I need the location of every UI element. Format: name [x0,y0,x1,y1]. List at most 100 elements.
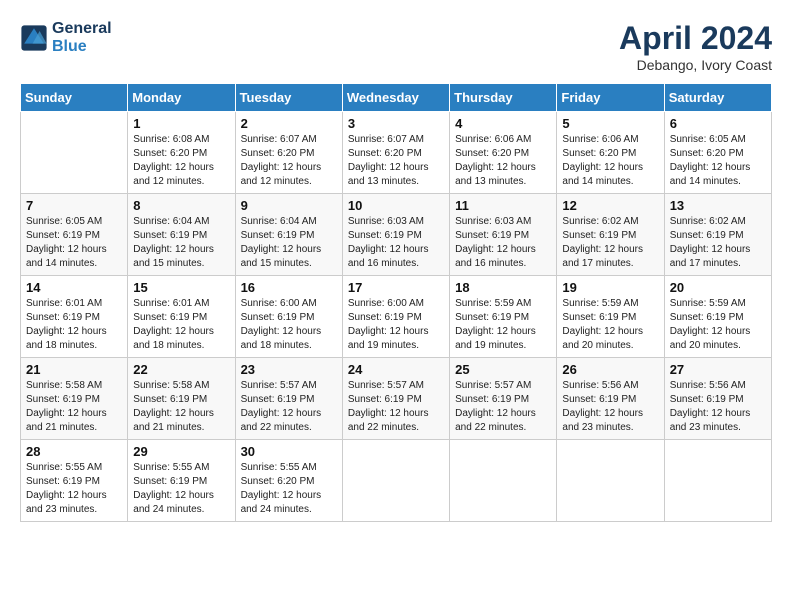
calendar-cell: 1 Sunrise: 6:08 AM Sunset: 6:20 PM Daylig… [128,112,235,194]
day-info: Sunrise: 6:01 AM Sunset: 6:19 PM Dayligh… [26,297,122,353]
calendar-header-row: SundayMondayTuesdayWednesdayThursdayFrid… [21,84,772,112]
calendar-cell: 30 Sunrise: 5:55 AM Sunset: 6:20 PM Dayli… [235,440,342,522]
calendar-cell: 25 Sunrise: 5:57 AM Sunset: 6:19 PM Dayli… [450,358,557,440]
header-day-thursday: Thursday [450,84,557,112]
day-number: 30 [241,444,337,459]
day-number: 3 [348,116,444,131]
day-number: 25 [455,362,551,377]
calendar-cell: 9 Sunrise: 6:04 AM Sunset: 6:19 PM Daylig… [235,194,342,276]
day-number: 29 [133,444,229,459]
day-info: Sunrise: 5:55 AM Sunset: 6:20 PM Dayligh… [241,461,337,517]
day-number: 26 [562,362,658,377]
header-day-saturday: Saturday [664,84,771,112]
location-subtitle: Debango, Ivory Coast [619,57,772,73]
day-info: Sunrise: 6:02 AM Sunset: 6:19 PM Dayligh… [562,215,658,271]
calendar-cell: 3 Sunrise: 6:07 AM Sunset: 6:20 PM Daylig… [342,112,449,194]
calendar-cell: 15 Sunrise: 6:01 AM Sunset: 6:19 PM Dayli… [128,276,235,358]
calendar-cell: 17 Sunrise: 6:00 AM Sunset: 6:19 PM Dayli… [342,276,449,358]
day-info: Sunrise: 6:08 AM Sunset: 6:20 PM Dayligh… [133,133,229,189]
calendar-cell: 28Sunrise: 5:55 AM Sunset: 6:19 PM Dayli… [21,440,128,522]
header-day-tuesday: Tuesday [235,84,342,112]
day-info: Sunrise: 6:03 AM Sunset: 6:19 PM Dayligh… [348,215,444,271]
day-info: Sunrise: 6:07 AM Sunset: 6:20 PM Dayligh… [241,133,337,189]
page-header: General Blue April 2024 Debango, Ivory C… [20,20,772,73]
day-info: Sunrise: 6:05 AM Sunset: 6:19 PM Dayligh… [26,215,122,271]
title-block: April 2024 Debango, Ivory Coast [619,20,772,73]
day-number: 22 [133,362,229,377]
day-number: 12 [562,198,658,213]
day-info: Sunrise: 5:55 AM Sunset: 6:19 PM Dayligh… [26,461,122,517]
day-number: 1 [133,116,229,131]
calendar-week-1: 1 Sunrise: 6:08 AM Sunset: 6:20 PM Daylig… [21,112,772,194]
day-info: Sunrise: 5:58 AM Sunset: 6:19 PM Dayligh… [133,379,229,435]
day-info: Sunrise: 6:01 AM Sunset: 6:19 PM Dayligh… [133,297,229,353]
calendar-cell: 20 Sunrise: 5:59 AM Sunset: 6:19 PM Dayli… [664,276,771,358]
day-number: 6 [670,116,766,131]
calendar-week-2: 7 Sunrise: 6:05 AM Sunset: 6:19 PM Daylig… [21,194,772,276]
day-number: 7 [26,198,122,213]
day-number: 15 [133,280,229,295]
day-info: Sunrise: 5:59 AM Sunset: 6:19 PM Dayligh… [455,297,551,353]
day-info: Sunrise: 6:05 AM Sunset: 6:20 PM Dayligh… [670,133,766,189]
calendar-week-5: 28Sunrise: 5:55 AM Sunset: 6:19 PM Dayli… [21,440,772,522]
header-day-monday: Monday [128,84,235,112]
day-info: Sunrise: 5:58 AM Sunset: 6:19 PM Dayligh… [26,379,122,435]
calendar-cell: 24 Sunrise: 5:57 AM Sunset: 6:19 PM Dayli… [342,358,449,440]
day-info: Sunrise: 5:59 AM Sunset: 6:19 PM Dayligh… [670,297,766,353]
day-info: Sunrise: 5:57 AM Sunset: 6:19 PM Dayligh… [455,379,551,435]
day-number: 4 [455,116,551,131]
logo: General Blue [20,20,112,55]
calendar-table: SundayMondayTuesdayWednesdayThursdayFrid… [20,83,772,522]
calendar-cell: 27Sunrise: 5:56 AM Sunset: 6:19 PM Dayli… [664,358,771,440]
day-info: Sunrise: 5:55 AM Sunset: 6:19 PM Dayligh… [133,461,229,517]
day-number: 10 [348,198,444,213]
day-info: Sunrise: 6:00 AM Sunset: 6:19 PM Dayligh… [348,297,444,353]
day-number: 16 [241,280,337,295]
day-info: Sunrise: 6:06 AM Sunset: 6:20 PM Dayligh… [455,133,551,189]
day-number: 5 [562,116,658,131]
calendar-cell: 8Sunrise: 6:04 AM Sunset: 6:19 PM Daylig… [128,194,235,276]
calendar-cell [21,112,128,194]
calendar-week-4: 21 Sunrise: 5:58 AM Sunset: 6:19 PM Dayli… [21,358,772,440]
day-info: Sunrise: 6:07 AM Sunset: 6:20 PM Dayligh… [348,133,444,189]
day-number: 24 [348,362,444,377]
calendar-cell [664,440,771,522]
calendar-cell: 22 Sunrise: 5:58 AM Sunset: 6:19 PM Dayli… [128,358,235,440]
day-number: 19 [562,280,658,295]
calendar-cell: 21 Sunrise: 5:58 AM Sunset: 6:19 PM Dayli… [21,358,128,440]
calendar-cell: 4 Sunrise: 6:06 AM Sunset: 6:20 PM Daylig… [450,112,557,194]
calendar-cell: 18 Sunrise: 5:59 AM Sunset: 6:19 PM Dayli… [450,276,557,358]
day-number: 14 [26,280,122,295]
logo-icon [20,24,48,52]
calendar-cell: 5Sunrise: 6:06 AM Sunset: 6:20 PM Daylig… [557,112,664,194]
day-info: Sunrise: 5:59 AM Sunset: 6:19 PM Dayligh… [562,297,658,353]
day-number: 27 [670,362,766,377]
day-number: 23 [241,362,337,377]
day-number: 21 [26,362,122,377]
calendar-cell: 26Sunrise: 5:56 AM Sunset: 6:19 PM Dayli… [557,358,664,440]
day-number: 11 [455,198,551,213]
header-day-wednesday: Wednesday [342,84,449,112]
header-day-sunday: Sunday [21,84,128,112]
day-info: Sunrise: 5:57 AM Sunset: 6:19 PM Dayligh… [241,379,337,435]
calendar-cell: 23 Sunrise: 5:57 AM Sunset: 6:19 PM Dayli… [235,358,342,440]
calendar-cell: 16 Sunrise: 6:00 AM Sunset: 6:19 PM Dayli… [235,276,342,358]
day-number: 2 [241,116,337,131]
day-number: 20 [670,280,766,295]
day-number: 9 [241,198,337,213]
day-info: Sunrise: 6:04 AM Sunset: 6:19 PM Dayligh… [241,215,337,271]
header-day-friday: Friday [557,84,664,112]
calendar-cell: 11Sunrise: 6:03 AM Sunset: 6:19 PM Dayli… [450,194,557,276]
day-info: Sunrise: 6:04 AM Sunset: 6:19 PM Dayligh… [133,215,229,271]
logo-text-general: General [52,20,112,38]
calendar-cell: 6 Sunrise: 6:05 AM Sunset: 6:20 PM Daylig… [664,112,771,194]
calendar-cell: 10 Sunrise: 6:03 AM Sunset: 6:19 PM Dayli… [342,194,449,276]
day-info: Sunrise: 5:57 AM Sunset: 6:19 PM Dayligh… [348,379,444,435]
day-number: 18 [455,280,551,295]
calendar-cell [342,440,449,522]
day-info: Sunrise: 6:00 AM Sunset: 6:19 PM Dayligh… [241,297,337,353]
calendar-cell: 7 Sunrise: 6:05 AM Sunset: 6:19 PM Daylig… [21,194,128,276]
day-number: 17 [348,280,444,295]
calendar-cell: 2 Sunrise: 6:07 AM Sunset: 6:20 PM Daylig… [235,112,342,194]
calendar-cell: 13Sunrise: 6:02 AM Sunset: 6:19 PM Dayli… [664,194,771,276]
